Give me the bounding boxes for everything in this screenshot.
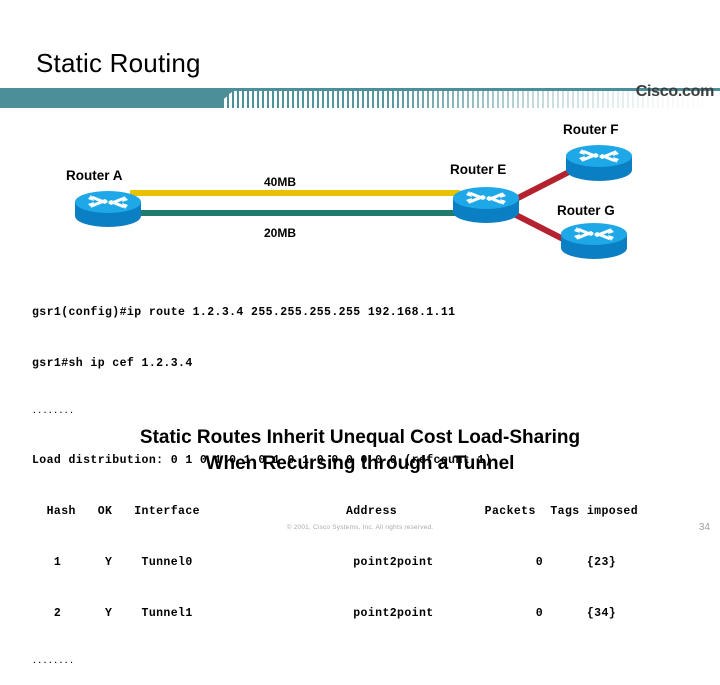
footer-page-number: 34 [698,522,710,533]
table-row: 1 Y Tunnel0 point2point 0 {23} [32,556,617,569]
console-line-config: gsr1(config)#ip route 1.2.3.4 255.255.25… [32,306,456,319]
console-output: gsr1(config)#ip route 1.2.3.4 255.255.25… [32,270,712,685]
router-f-icon [563,142,635,184]
router-g-icon [558,220,630,262]
page-title: Static Routing [36,48,201,78]
table-row: 2 Y Tunnel1 point2point 0 {34} [32,607,617,620]
console-table-header: Hash OK Interface Address Packets Tags i… [32,505,638,518]
header-band-solid [0,88,222,108]
router-e-icon [450,184,522,226]
caption-line-2: When Recursing through a Tunnel [205,453,515,474]
link-20mb-label: 20MB [264,226,297,240]
router-a-label: Router A [66,168,123,183]
router-g-label: Router G [557,203,615,218]
console-ellipsis-top: ........ [32,407,75,416]
console-line-show: gsr1#sh ip cef 1.2.3.4 [32,357,193,370]
router-f-label: Router F [563,122,619,137]
cisco-brand-logo: Cisco.com [635,83,715,100]
router-e-label: Router E [450,162,507,177]
link-a-e-20mb [130,210,460,216]
footer-copyright: © 2001, Cisco Systems, Inc. All rights r… [286,524,434,531]
caption-line-1: Static Routes Inherit Unequal Cost Load-… [139,427,581,448]
link-a-e-40mb [130,190,460,196]
slide-caption: Static Routes Inherit Unequal Cost Load-… [0,425,720,477]
network-diagram: Router A Router E Router F Router G 40MB… [0,110,720,270]
router-a-icon [72,188,144,230]
console-ellipsis-bottom: ........ [32,657,75,666]
header-band [0,88,720,108]
link-40mb-label: 40MB [264,175,297,189]
